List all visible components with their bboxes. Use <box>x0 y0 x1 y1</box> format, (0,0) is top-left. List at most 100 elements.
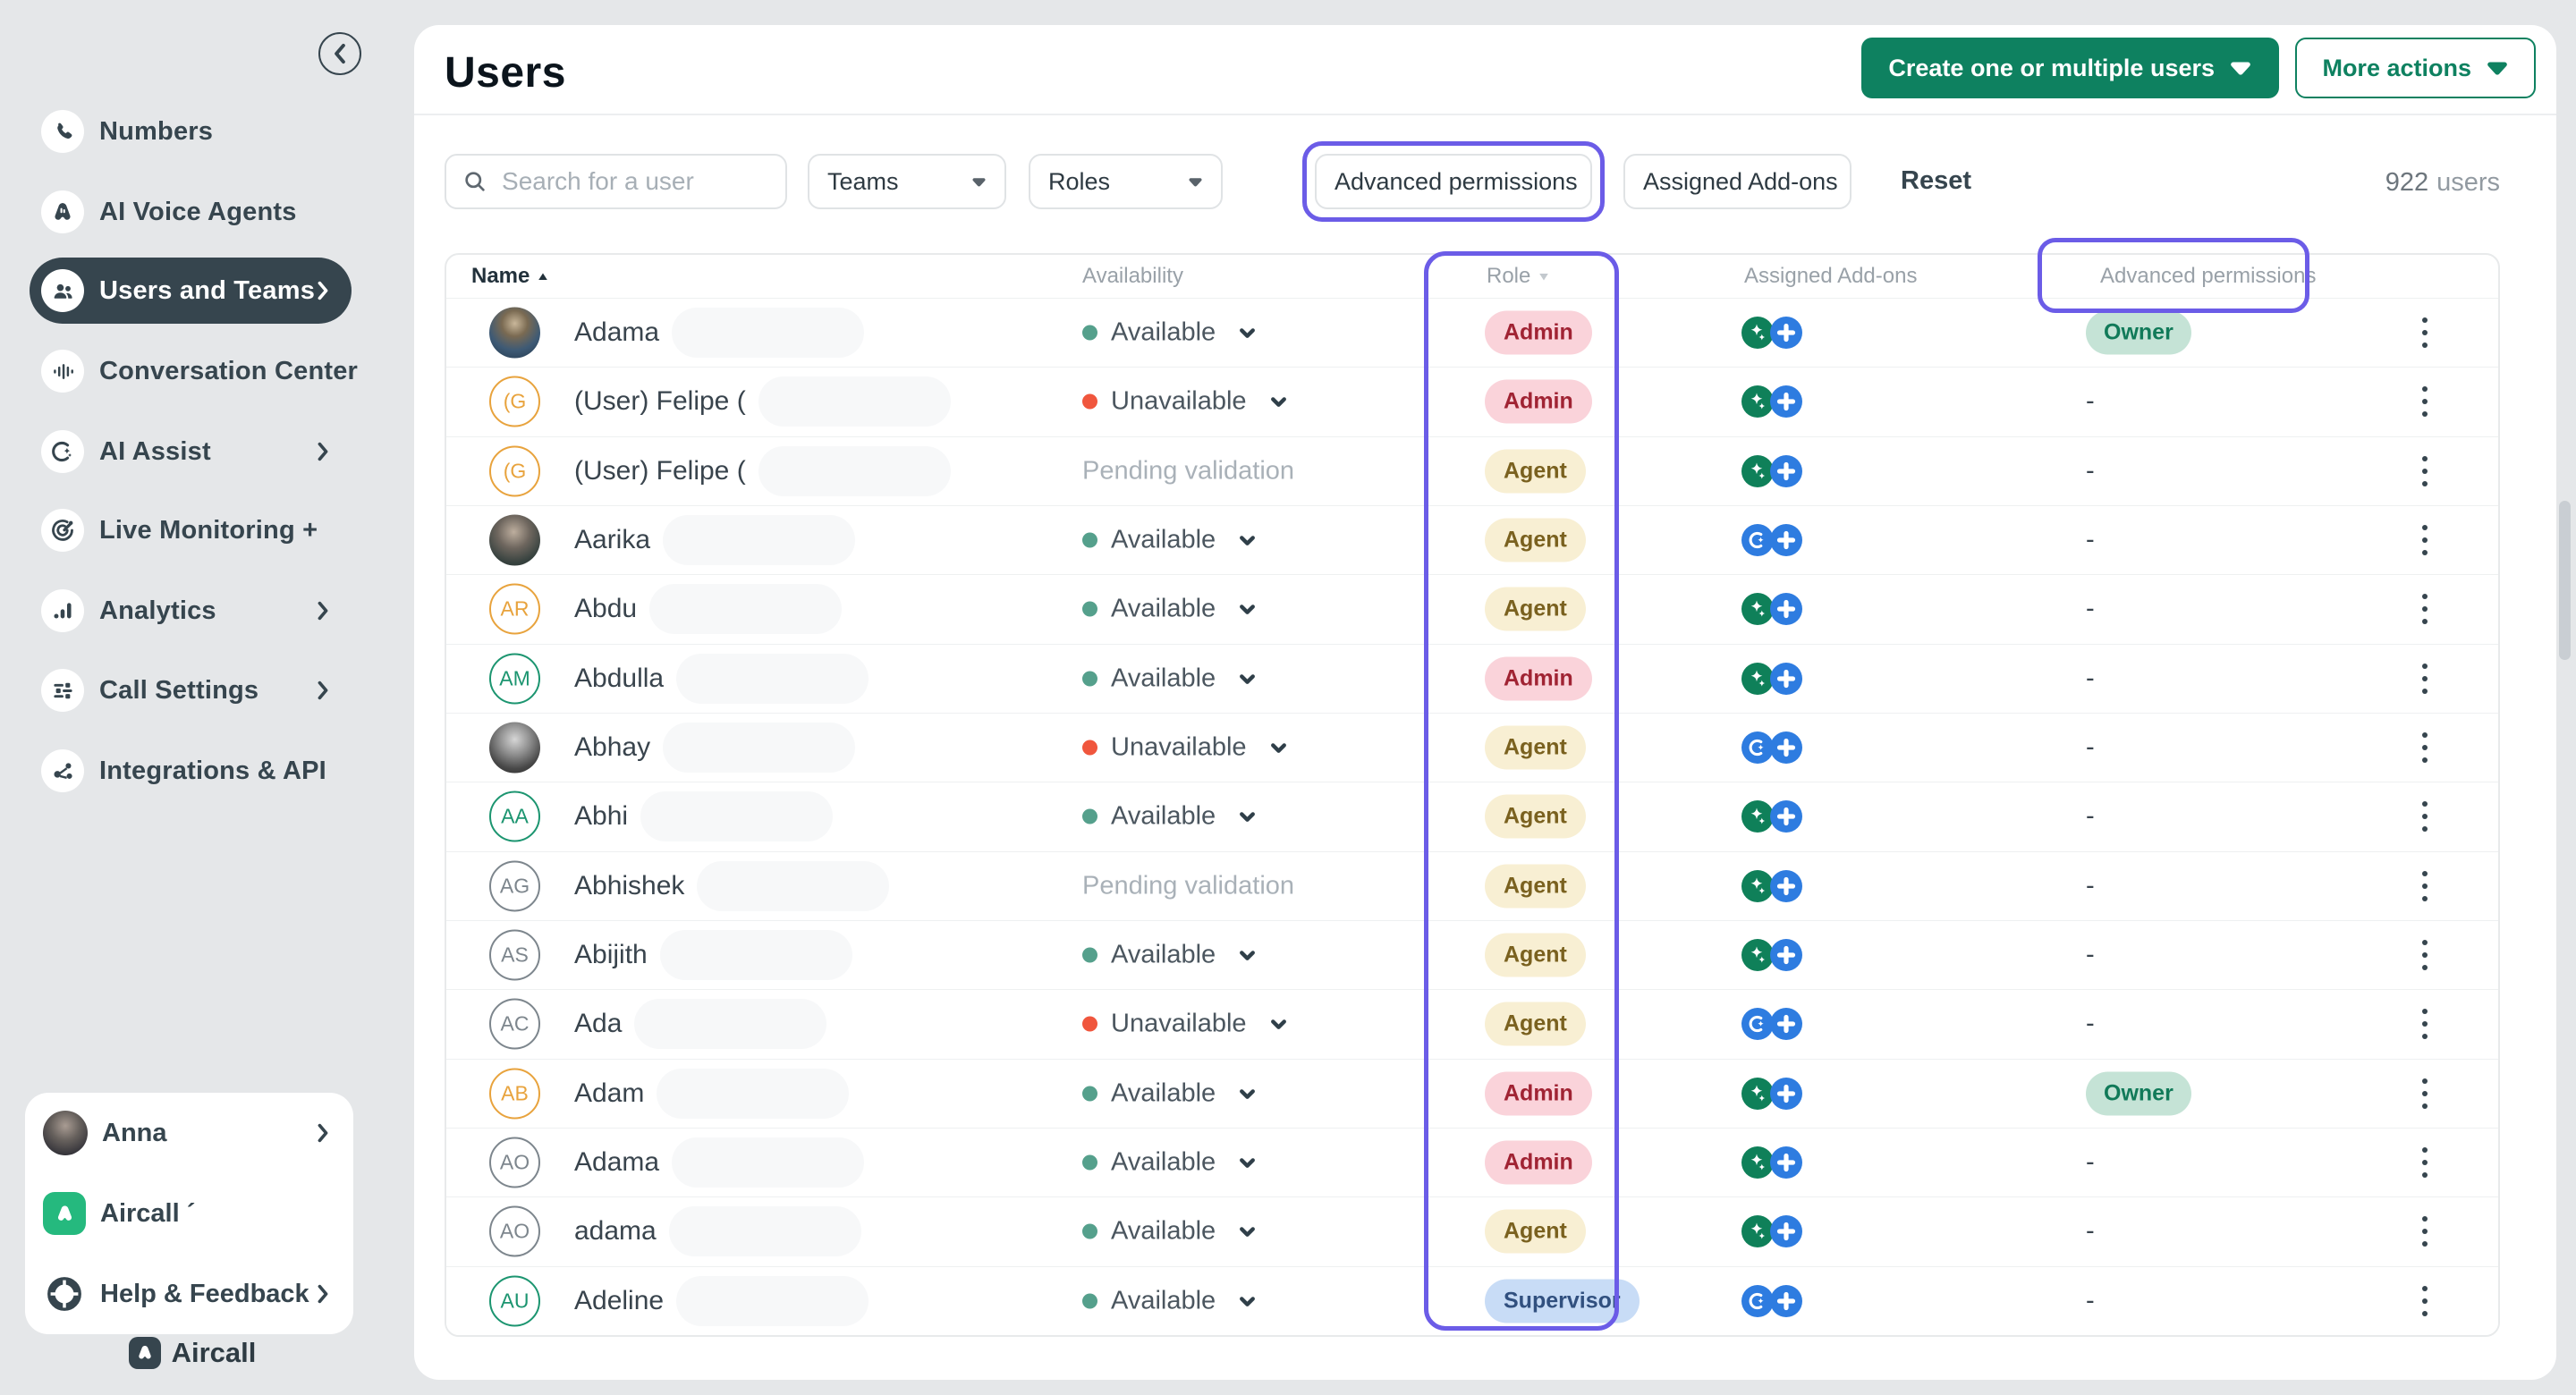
sidebar-item-ai-assist[interactable]: AI Assist <box>30 418 352 485</box>
empty-value-dash: - <box>2086 802 2095 832</box>
redacted-surname <box>676 1276 869 1326</box>
row-actions-kebab-menu[interactable] <box>2411 866 2439 907</box>
availability-chevron-down-icon[interactable] <box>1236 1289 1258 1312</box>
table-header: Name Availability Role Assigned Add-ons … <box>446 255 2498 299</box>
ai-sparkle-addon-icon <box>1741 1146 1774 1179</box>
vertical-scrollbar[interactable] <box>2559 501 2571 660</box>
plus-addon-icon <box>1770 731 1802 764</box>
teams-filter-dropdown[interactable]: Teams <box>808 154 1006 209</box>
waveform-icon <box>41 350 84 393</box>
column-header-role[interactable]: Role <box>1487 264 1550 289</box>
row-actions-kebab-menu[interactable] <box>2411 1073 2439 1114</box>
column-header-availability: Availability <box>1082 264 1183 289</box>
sidebar-item-conversation-center[interactable]: Conversation Center <box>30 338 352 404</box>
assigned-addons-filter-dropdown[interactable]: Assigned Add-ons <box>1623 154 1852 209</box>
availability-chevron-down-icon[interactable] <box>1236 598 1258 621</box>
availability-chevron-down-icon[interactable] <box>1236 667 1258 689</box>
sidebar-item-live-monitoring[interactable]: Live Monitoring + <box>30 497 352 563</box>
avatar: AG <box>489 860 540 911</box>
availability-label: Available <box>1111 526 1216 555</box>
row-actions-kebab-menu[interactable] <box>2411 381 2439 422</box>
column-header-name[interactable]: Name <box>471 264 549 289</box>
availability-chevron-down-icon[interactable] <box>1267 1013 1290 1036</box>
availability-chevron-down-icon[interactable] <box>1236 322 1258 344</box>
availability-status-dot <box>1082 948 1097 963</box>
sidebar-item-profile[interactable]: Anna <box>25 1093 353 1173</box>
table-row: ABAdamAvailableAdminOwner <box>446 1059 2498 1128</box>
row-actions-kebab-menu[interactable] <box>2411 451 2439 492</box>
availability-cell: Unavailable <box>1082 733 1290 763</box>
row-actions-kebab-menu[interactable] <box>2411 1142 2439 1183</box>
advanced-permissions-cell: - <box>2086 595 2095 624</box>
plus-addon-icon <box>1770 455 1802 487</box>
assigned-addons-cell <box>1741 1146 1802 1179</box>
main-content: Users Create one or multiple users More … <box>414 25 2556 1380</box>
row-actions-kebab-menu[interactable] <box>2411 588 2439 630</box>
row-actions-kebab-menu[interactable] <box>2411 934 2439 976</box>
availability-chevron-down-icon[interactable] <box>1236 806 1258 828</box>
row-actions-kebab-menu[interactable] <box>2411 1211 2439 1252</box>
sidebar-item-ai-voice-agents[interactable]: AI Voice Agents <box>30 179 352 245</box>
row-actions-kebab-menu[interactable] <box>2411 520 2439 561</box>
search-input[interactable] <box>500 166 769 197</box>
ai-sparkle-addon-icon <box>1741 663 1774 695</box>
sidebar-item-call-settings[interactable]: Call Settings <box>30 657 352 723</box>
user-name-cell: Abhi <box>574 791 833 841</box>
availability-chevron-down-icon[interactable] <box>1236 529 1258 552</box>
availability-label: Available <box>1111 1286 1216 1315</box>
availability-cell: Available <box>1082 1286 1258 1315</box>
advanced-permissions-filter-dropdown[interactable]: Advanced permissions <box>1315 154 1592 209</box>
empty-value-dash: - <box>2086 387 2095 417</box>
table-row: AdamaAvailableAdminOwner <box>446 299 2498 367</box>
ai-assist-addon-icon <box>1741 1285 1774 1317</box>
availability-chevron-down-icon[interactable] <box>1236 944 1258 967</box>
availability-status-dot <box>1082 1293 1097 1308</box>
ai-sparkle-addon-icon <box>1741 317 1774 349</box>
plus-addon-icon <box>1770 800 1802 833</box>
assigned-addons-cell <box>1741 800 1802 833</box>
sidebar-item-users-and-teams[interactable]: Users and Teams <box>30 258 352 324</box>
advanced-permissions-cell: - <box>2086 941 2095 970</box>
user-name: Abijith <box>574 940 648 970</box>
search-icon <box>462 167 487 196</box>
sidebar-item-company[interactable]: Aircall ´ <box>25 1173 353 1254</box>
row-actions-kebab-menu[interactable] <box>2411 796 2439 837</box>
chevron-down-icon <box>2229 59 2252 77</box>
assigned-addons-cell <box>1741 939 1802 971</box>
availability-chevron-down-icon[interactable] <box>1236 1082 1258 1104</box>
roles-filter-dropdown[interactable]: Roles <box>1029 154 1223 209</box>
sidebar-collapse-button[interactable] <box>318 32 361 75</box>
row-actions-kebab-menu[interactable] <box>2411 727 2439 768</box>
ai-assist-icon <box>41 430 84 473</box>
sidebar-item-help-feedback[interactable]: Help & Feedback <box>25 1254 353 1334</box>
ai-sparkle-addon-icon <box>1741 1078 1774 1110</box>
redacted-surname <box>649 584 842 634</box>
more-actions-button[interactable]: More actions <box>2295 38 2536 98</box>
owner-badge: Owner <box>2086 311 2191 355</box>
row-actions-kebab-menu[interactable] <box>2411 1003 2439 1044</box>
aircall-brand: Aircall <box>0 1334 385 1372</box>
user-name-cell: Aarika <box>574 515 855 565</box>
redacted-surname <box>676 654 869 704</box>
row-actions-kebab-menu[interactable] <box>2411 658 2439 699</box>
plus-addon-icon <box>1770 1078 1802 1110</box>
empty-value-dash: - <box>2086 871 2095 900</box>
assigned-addons-cell <box>1741 870 1802 902</box>
availability-chevron-down-icon[interactable] <box>1267 737 1290 759</box>
sidebar-item-integrations-api[interactable]: Integrations & API <box>30 738 352 804</box>
sidebar-item-analytics[interactable]: Analytics <box>30 578 352 644</box>
ai-sparkle-addon-icon <box>1741 939 1774 971</box>
reset-filters-link[interactable]: Reset <box>1901 166 1971 196</box>
availability-chevron-down-icon[interactable] <box>1236 1221 1258 1243</box>
assigned-addons-cell <box>1741 663 1802 695</box>
sidebar: Numbers AI Voice Agents Users and Teams Con… <box>0 0 414 1395</box>
avatar: (G <box>489 445 540 496</box>
create-users-button[interactable]: Create one or multiple users <box>1861 38 2279 98</box>
availability-chevron-down-icon[interactable] <box>1267 391 1290 413</box>
sidebar-item-numbers[interactable]: Numbers <box>30 98 352 165</box>
owner-badge: Owner <box>2086 1071 2191 1115</box>
table-row: AOadamaAvailableAgent- <box>446 1196 2498 1265</box>
availability-chevron-down-icon[interactable] <box>1236 1152 1258 1174</box>
row-actions-kebab-menu[interactable] <box>2411 1281 2439 1322</box>
row-actions-kebab-menu[interactable] <box>2411 312 2439 353</box>
